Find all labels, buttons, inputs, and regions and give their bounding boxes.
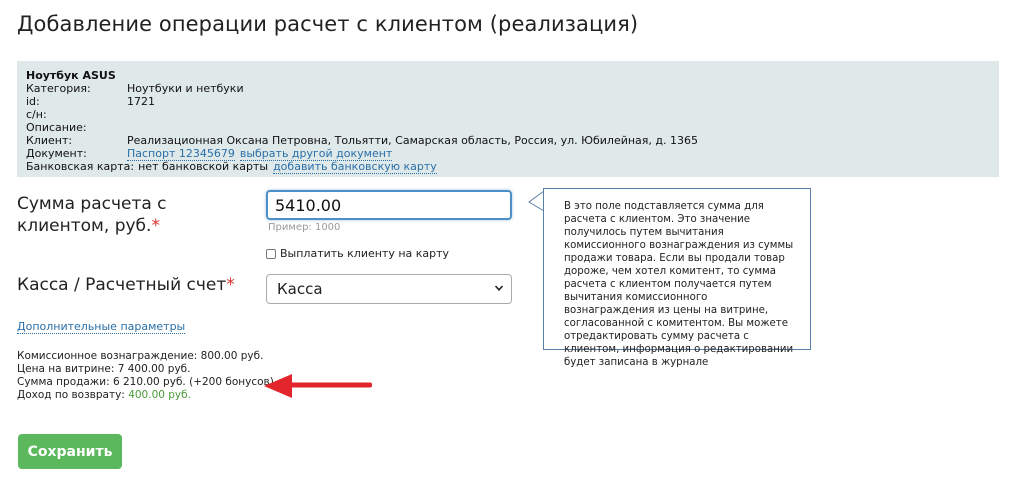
refund-income-label: Доход по возврату: <box>17 389 129 401</box>
required-mark: * <box>226 275 235 295</box>
info-value: Паспорт 12345679 выбрать другой документ <box>127 147 393 161</box>
sum-label: Сумма расчета с клиентом, руб.* <box>17 193 257 237</box>
extra-params-link[interactable]: Дополнительные параметры <box>17 320 186 334</box>
sum-hint: Пример: 1000 <box>268 222 341 233</box>
change-document-link[interactable]: выбрать другой документ <box>239 147 393 161</box>
info-key: id: <box>26 95 40 108</box>
sum-input[interactable] <box>266 190 512 220</box>
save-button[interactable]: Сохранить <box>18 434 122 469</box>
add-bank-card-link[interactable]: добавить банковскую карту <box>273 160 437 174</box>
info-row-document: Документ: Паспорт 12345679 выбрать другой… <box>26 147 990 161</box>
info-key: с/н: <box>26 108 47 121</box>
showcase-price-line: Цена на витрине: 7 400.00 руб. <box>17 363 191 375</box>
info-key: Клиент: <box>26 134 73 147</box>
cash-label: Касса / Расчетный счет* <box>17 275 235 295</box>
red-arrow-icon <box>264 374 372 398</box>
page-title: Добавление операции расчет с клиентом (р… <box>17 12 639 36</box>
info-key: Документ: <box>26 147 87 160</box>
info-value: Реализационная Оксана Петровна, Тольятти… <box>127 134 698 147</box>
sale-sum-line: Сумма продажи: 6 210.00 руб. (+200 бонус… <box>17 376 274 388</box>
help-tooltip: В это поле подставляется сумма для расче… <box>543 188 811 368</box>
sale-summary: Комиссионное вознаграждение: 800.00 руб.… <box>17 350 274 402</box>
info-key: Описание: <box>26 121 87 134</box>
product-info-panel: Ноутбук ASUS Категория: Ноутбуки и нетбу… <box>17 61 999 177</box>
refund-income-value: 400.00 руб. <box>128 389 191 401</box>
info-value: Ноутбуки и нетбуки <box>127 82 244 95</box>
product-name: Ноутбук ASUS <box>26 69 116 82</box>
info-key: Банковская карта: <box>26 160 135 173</box>
info-row-id: id: 1721 <box>26 95 990 108</box>
tooltip-text: В это поле подставляется сумма для расче… <box>564 201 794 368</box>
info-key: Категория: <box>26 82 91 95</box>
chevron-down-icon <box>495 285 503 291</box>
pay-to-card-checkbox[interactable] <box>266 248 276 259</box>
cash-select-value: Касса <box>277 280 323 298</box>
info-row-category: Категория: Ноутбуки и нетбуки <box>26 82 990 95</box>
info-value: 1721 <box>127 95 155 108</box>
pay-to-card-checkbox-row[interactable]: Выплатить клиенту на карту <box>266 247 449 260</box>
info-row-serial: с/н: <box>26 108 990 121</box>
cash-label-text: Касса / Расчетный счет <box>17 275 227 295</box>
pay-to-card-label: Выплатить клиенту на карту <box>280 247 450 260</box>
sum-label-text: Сумма расчета с клиентом, руб. <box>17 194 167 236</box>
info-row-bank-card: Банковская карта: нет банковской карты до… <box>26 160 990 174</box>
info-row-description: Описание: <box>26 121 990 134</box>
cash-select[interactable]: Касса <box>266 274 512 304</box>
bank-card-value: нет банковской карты <box>138 160 269 173</box>
info-value: нет банковской карты добавить банковскую … <box>138 160 437 174</box>
refund-income-line: Доход по возврату: 400.00 руб. <box>17 389 274 402</box>
info-row-client: Клиент: Реализационная Оксана Петровна, … <box>26 134 990 147</box>
document-link[interactable]: Паспорт 12345679 <box>127 147 235 161</box>
required-mark: * <box>151 216 160 236</box>
commission-line: Комиссионное вознаграждение: 800.00 руб. <box>17 350 264 362</box>
